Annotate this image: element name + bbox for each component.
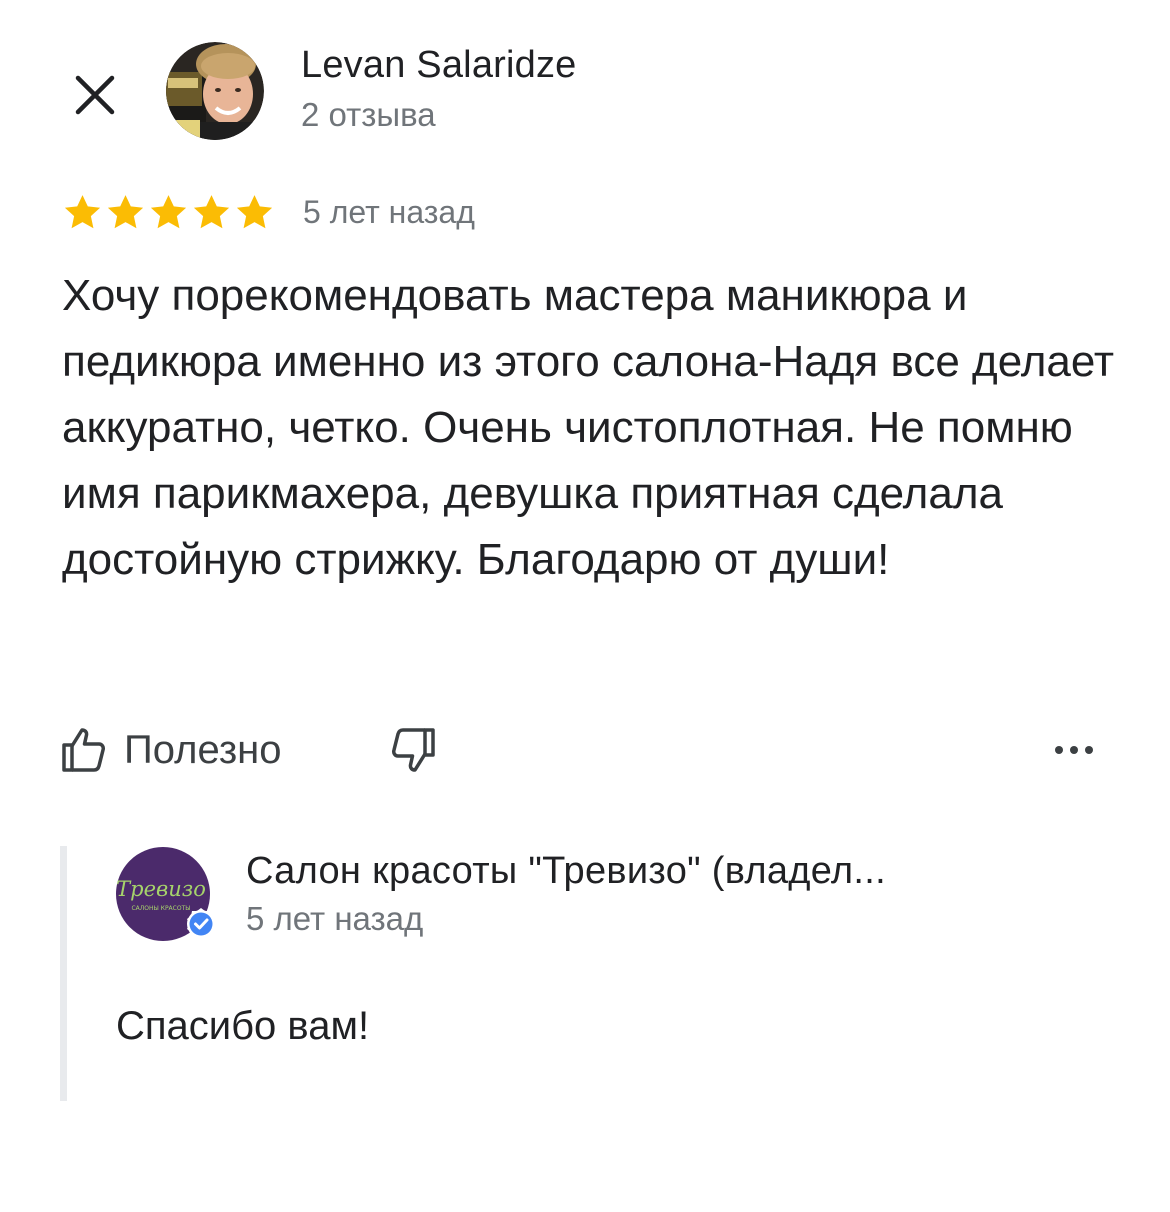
close-icon (75, 75, 115, 115)
star-icon (150, 194, 187, 228)
close-button[interactable] (62, 62, 128, 128)
owner-reply-text: Спасибо вам! (116, 1004, 370, 1048)
helpful-label: Полезно (124, 727, 282, 772)
owner-name[interactable]: Салон красоты "Тревизо" (владел... (246, 850, 886, 893)
author-reviews-count: 2 отзыва (301, 96, 436, 133)
owner-avatar[interactable]: Тревизо САЛОНЫ КРАСОТЫ (115, 846, 215, 944)
owner-logo-text: Тревизо (116, 877, 206, 901)
author-avatar[interactable] (166, 42, 264, 140)
author-name[interactable]: Levan Salaridze (301, 44, 577, 87)
star-icon (236, 194, 273, 228)
review-date: 5 лет назад (303, 193, 475, 230)
not-helpful-button[interactable] (380, 716, 448, 784)
review-detail-sheet: Levan Salaridze 2 отзыва 5 лет назад Хоч… (0, 0, 1170, 1212)
thumb-down-icon (392, 728, 435, 772)
star-rating (62, 192, 275, 233)
more-horizontal-icon (1055, 746, 1093, 754)
more-options-button[interactable] (1040, 716, 1108, 784)
reply-indent-bar (60, 846, 67, 1101)
star-icon (64, 194, 101, 228)
star-icon (193, 194, 230, 228)
rating-row: 5 лет назад (62, 190, 475, 234)
owner-logo-subtext: САЛОНЫ КРАСОТЫ (131, 905, 190, 912)
star-icon (107, 194, 144, 228)
thumb-up-icon (62, 728, 105, 772)
review-text: Хочу порекомендовать мастера маникюра и … (62, 271, 1115, 584)
helpful-button[interactable]: Полезно (58, 716, 282, 784)
owner-reply-date: 5 лет назад (246, 900, 424, 937)
